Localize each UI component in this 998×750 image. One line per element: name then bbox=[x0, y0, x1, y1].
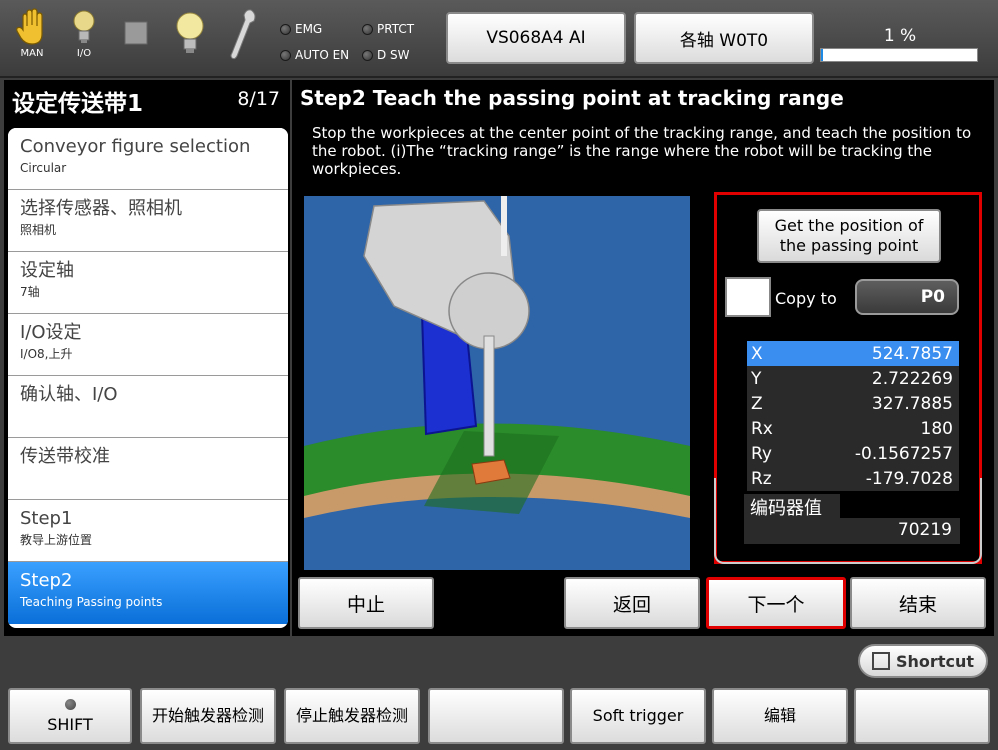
coord-row-ry[interactable]: Ry -0.1567257 bbox=[747, 441, 959, 466]
wizard-step-panel: 设定传送带1 8/17 Conveyor figure selection Ci… bbox=[4, 80, 290, 636]
shift-indicator-icon bbox=[64, 698, 76, 710]
emg-label: EMG bbox=[295, 22, 323, 36]
axis-mode-button[interactable]: 各轴 W0T0 bbox=[634, 12, 814, 64]
step-main-label: Step1 bbox=[20, 508, 73, 529]
step-item-set-axis[interactable]: 设定轴 7轴 bbox=[8, 252, 288, 314]
robot-3d-viewport[interactable] bbox=[304, 196, 690, 570]
prtct-label: PRTCT bbox=[377, 22, 415, 36]
encoder-value: 70219 bbox=[744, 518, 960, 544]
step-main-label: 设定轴 bbox=[20, 260, 74, 281]
io-label: I/O bbox=[76, 48, 92, 59]
step-main-label: Step2 bbox=[20, 570, 73, 591]
stop-indicator bbox=[118, 8, 154, 66]
lamp-indicator bbox=[172, 8, 208, 66]
stop-square-icon bbox=[124, 21, 148, 45]
coord-axis: Rx bbox=[751, 418, 773, 439]
function-button-empty-2[interactable] bbox=[854, 688, 990, 744]
emg-lamp: EMG bbox=[280, 22, 322, 36]
encoder-label: 编码器值 bbox=[744, 494, 840, 519]
tool-indicator bbox=[226, 8, 262, 66]
coord-value: 524.7857 bbox=[871, 343, 953, 364]
get-position-button[interactable]: Get the position of the passing point bbox=[757, 209, 941, 263]
speed-value: 1 % bbox=[883, 26, 917, 46]
hand-icon bbox=[16, 8, 43, 45]
step-sub-label: 7轴 bbox=[20, 285, 40, 299]
step-item-conveyor-calibration[interactable]: 传送带校准 bbox=[8, 438, 288, 500]
wizard-page-indicator: 8/17 bbox=[237, 88, 280, 110]
coord-row-rx[interactable]: Rx 180 bbox=[747, 416, 959, 441]
auto-en-lamp: AUTO EN bbox=[280, 48, 349, 62]
step-main-label: I/O设定 bbox=[20, 322, 82, 343]
step-sub-label: 照相机 bbox=[20, 223, 57, 237]
prtct-lamp: PRTCT bbox=[362, 22, 414, 36]
abort-button[interactable]: 中止 bbox=[298, 577, 434, 629]
man-mode-indicator[interactable]: MAN bbox=[14, 8, 50, 66]
coord-axis: Z bbox=[751, 393, 763, 414]
step-main-label: 选择传感器、照相机 bbox=[20, 198, 182, 219]
shift-label: SHIFT bbox=[47, 714, 93, 734]
step-main-label: Conveyor figure selection bbox=[20, 136, 251, 157]
step-item-confirm-axis-io[interactable]: 确认轴、I/O bbox=[8, 376, 288, 438]
dsw-lamp: D SW bbox=[362, 48, 410, 62]
coord-row-z[interactable]: Z 327.7885 bbox=[747, 391, 959, 416]
coord-row-y[interactable]: Y 2.722269 bbox=[747, 366, 959, 391]
coord-value: -0.1567257 bbox=[854, 443, 953, 464]
coord-value: 327.7885 bbox=[871, 393, 953, 414]
step-sub-label: 教导上游位置 bbox=[20, 533, 93, 547]
prtct-dot bbox=[362, 23, 373, 35]
step-sub-label: Teaching Passing points bbox=[20, 595, 163, 609]
step-description: Stop the workpieces at the center point … bbox=[312, 124, 972, 178]
step-main-label: 确认轴、I/O bbox=[20, 384, 118, 405]
coord-value: 2.722269 bbox=[871, 368, 953, 389]
auto-en-label: AUTO EN bbox=[295, 48, 350, 62]
stop-trigger-button[interactable]: 停止触发器检测 bbox=[284, 688, 420, 744]
step-item-step1[interactable]: Step1 教导上游位置 bbox=[8, 500, 288, 562]
step-title: Step2 Teach the passing point at trackin… bbox=[300, 86, 844, 110]
auto-en-dot bbox=[280, 49, 291, 61]
emg-dot bbox=[280, 23, 291, 35]
wrench-icon bbox=[230, 9, 256, 60]
coord-value: 180 bbox=[920, 418, 953, 439]
shortcut-label: Shortcut bbox=[896, 651, 974, 671]
wizard-title: 设定传送带1 bbox=[12, 91, 144, 117]
step-item-sensor-camera[interactable]: 选择传感器、照相机 照相机 bbox=[8, 190, 288, 252]
soft-trigger-button[interactable]: Soft trigger bbox=[570, 688, 706, 744]
function-button-empty-1[interactable] bbox=[428, 688, 564, 744]
step-item-conveyor-figure[interactable]: Conveyor figure selection Circular bbox=[8, 128, 288, 190]
coord-axis: Y bbox=[751, 368, 762, 389]
dsw-label: D SW bbox=[377, 48, 410, 62]
shortcut-button[interactable]: Shortcut bbox=[858, 644, 988, 678]
start-trigger-button[interactable]: 开始触发器检测 bbox=[140, 688, 276, 744]
back-button[interactable]: 返回 bbox=[564, 577, 700, 629]
speed-bar-fill bbox=[821, 49, 823, 61]
step-sub-label: Circular bbox=[20, 161, 67, 175]
copy-to-label: Copy to bbox=[775, 289, 837, 308]
io-indicator[interactable]: I/O bbox=[66, 8, 102, 66]
shortcut-icon bbox=[872, 652, 891, 670]
next-button[interactable]: 下一个 bbox=[706, 577, 846, 629]
step-content-panel: Step2 Teach the passing point at trackin… bbox=[292, 80, 994, 636]
copy-target-variable-button[interactable]: P0 bbox=[855, 279, 959, 315]
edit-button[interactable]: 编辑 bbox=[712, 688, 848, 744]
robot-model-button[interactable]: VS068A4 AI bbox=[446, 12, 626, 64]
step-main-label: 传送带校准 bbox=[20, 446, 110, 467]
bulb-icon bbox=[73, 10, 95, 43]
step-sub-label: I/O8,上升 bbox=[20, 347, 73, 361]
robot-scene-illustration bbox=[304, 196, 690, 570]
coord-row-x[interactable]: X 524.7857 bbox=[747, 341, 959, 366]
coord-axis: Ry bbox=[751, 443, 772, 464]
copy-to-checkbox[interactable] bbox=[725, 277, 771, 317]
man-label: MAN bbox=[20, 48, 44, 59]
step-list: Conveyor figure selection Circular 选择传感器… bbox=[8, 128, 288, 628]
shift-button[interactable]: SHIFT bbox=[8, 688, 132, 744]
dsw-dot bbox=[362, 49, 373, 61]
coordinate-list: X 524.7857 Y 2.722269 Z 327.7885 Rx 180 Ry -0… bbox=[747, 341, 959, 491]
coord-axis: X bbox=[751, 343, 763, 364]
top-status-bar: MAN I/O EMG PRTCT AUTO EN D SW VS068A4 A… bbox=[0, 0, 998, 78]
speed-bar[interactable] bbox=[820, 48, 978, 62]
step-item-step2[interactable]: Step2 Teaching Passing points bbox=[8, 562, 288, 624]
step-item-io-setting[interactable]: I/O设定 I/O8,上升 bbox=[8, 314, 288, 376]
finish-button[interactable]: 结束 bbox=[850, 577, 986, 629]
bulb-large-icon bbox=[176, 12, 204, 53]
